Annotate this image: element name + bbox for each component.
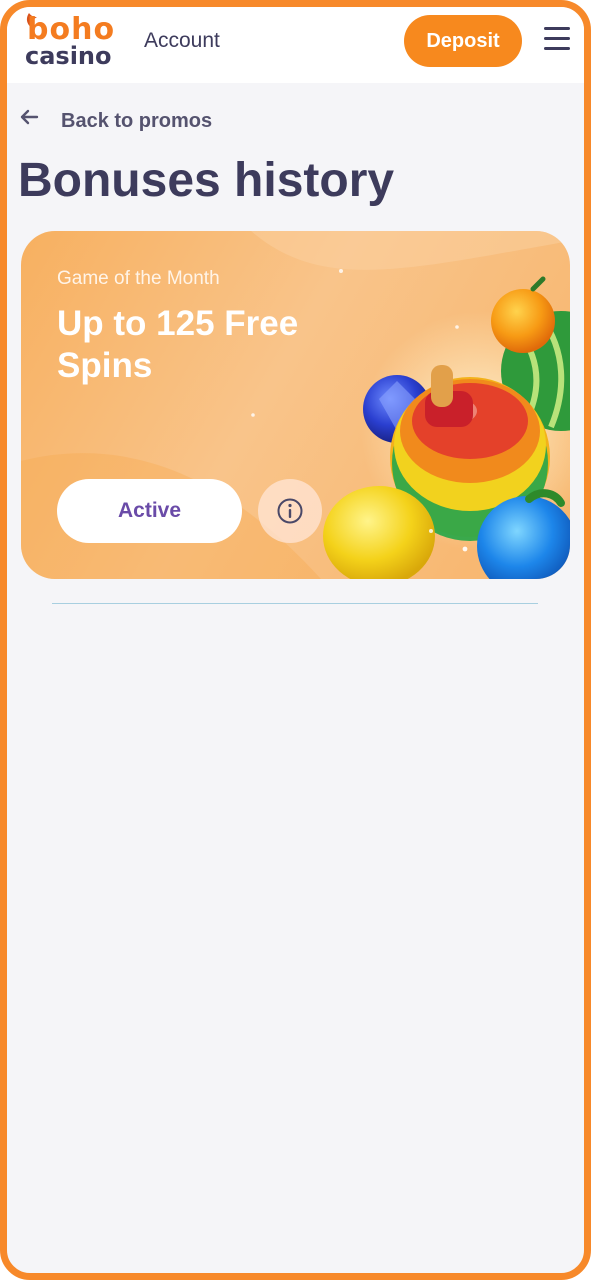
hamburger-menu-icon[interactable] bbox=[544, 27, 570, 53]
logo-wordmark-bottom: casino bbox=[25, 42, 112, 70]
info-button[interactable] bbox=[258, 479, 322, 543]
app-frame: boho casino Account Deposit Back to prom… bbox=[0, 0, 591, 1280]
account-link[interactable]: Account bbox=[144, 27, 220, 55]
boho-casino-logo[interactable]: boho casino bbox=[21, 11, 121, 77]
deposit-button[interactable]: Deposit bbox=[404, 15, 522, 67]
section-divider bbox=[52, 603, 538, 604]
info-icon bbox=[277, 498, 303, 524]
active-status-button[interactable]: Active bbox=[57, 479, 242, 543]
arrow-left-icon bbox=[20, 109, 39, 125]
top-header: boho casino Account Deposit bbox=[7, 7, 584, 83]
promo-card: Game of the Month Up to 125 Free Spins A… bbox=[21, 231, 570, 579]
page-title: Bonuses history bbox=[18, 154, 395, 207]
back-to-promos-label: Back to promos bbox=[61, 110, 213, 132]
promo-title: Up to 125 Free Spins bbox=[57, 304, 299, 385]
logo-wordmark-top: boho bbox=[27, 12, 116, 47]
promo-subtitle: Game of the Month bbox=[57, 268, 220, 289]
